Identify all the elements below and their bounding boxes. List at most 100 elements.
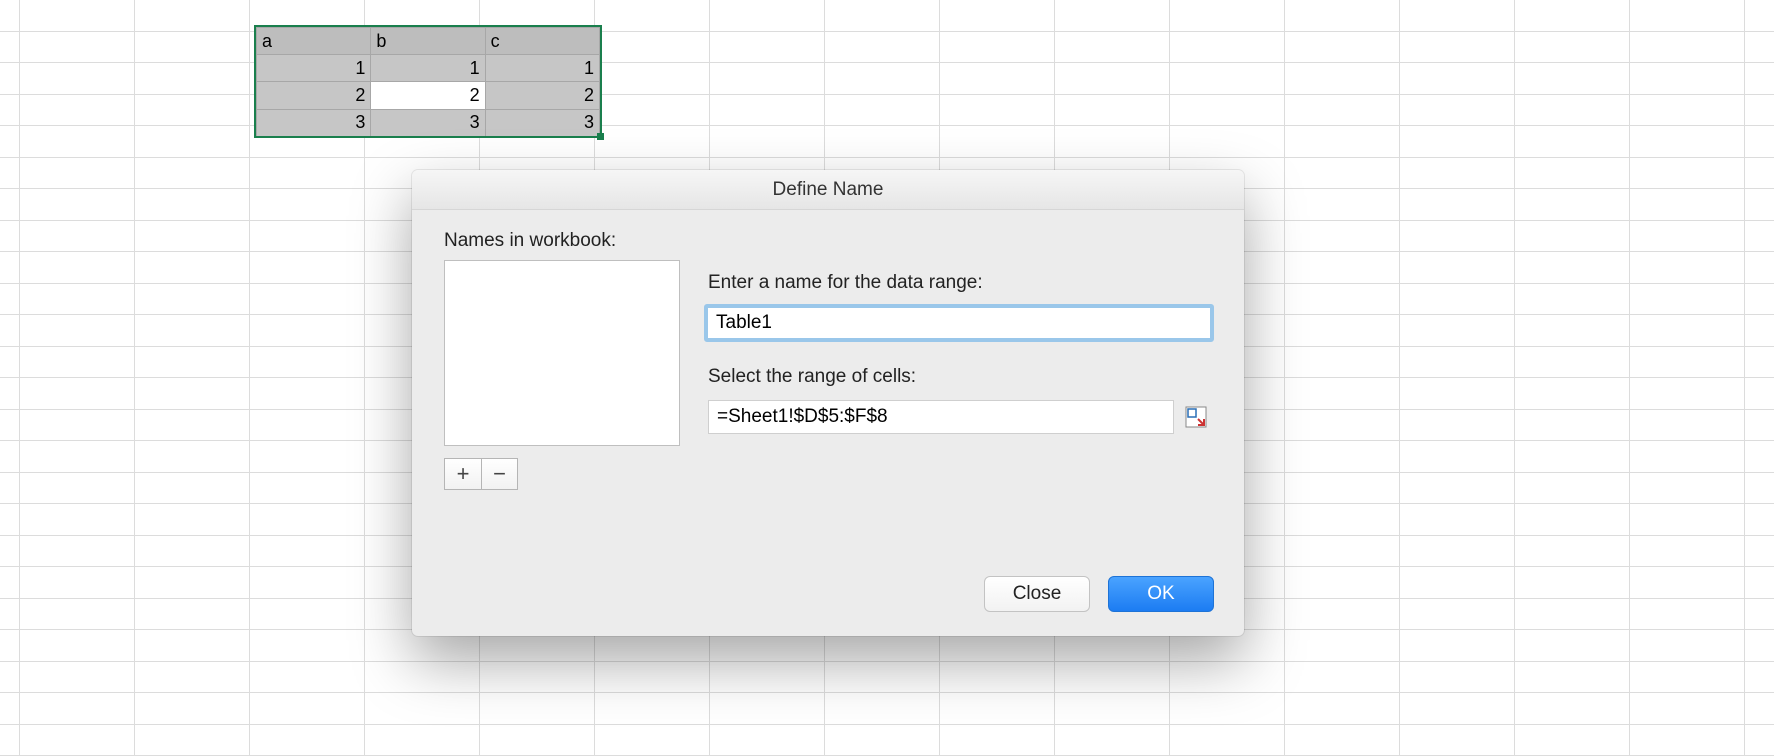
grid-cell[interactable] — [480, 662, 595, 694]
grid-cell[interactable] — [1630, 378, 1745, 410]
grid-cell[interactable] — [0, 95, 20, 127]
grid-cell[interactable] — [0, 315, 20, 347]
grid-cell[interactable] — [135, 252, 250, 284]
grid-cell[interactable] — [135, 189, 250, 221]
grid-cell[interactable] — [1285, 630, 1400, 662]
grid-cell[interactable] — [825, 32, 940, 64]
grid-cell[interactable] — [710, 693, 825, 725]
name-input[interactable] — [708, 308, 1210, 338]
grid-cell[interactable] — [940, 63, 1055, 95]
grid-cell[interactable] — [1285, 158, 1400, 190]
grid-cell[interactable] — [1630, 504, 1745, 536]
grid-cell[interactable] — [250, 662, 365, 694]
grid-cell[interactable] — [595, 32, 710, 64]
grid-cell[interactable] — [1745, 504, 1774, 536]
grid-cell[interactable] — [365, 693, 480, 725]
range-picker-button[interactable] — [1182, 403, 1210, 431]
grid-cell[interactable] — [825, 725, 940, 756]
grid-cell[interactable] — [1400, 315, 1515, 347]
grid-cell[interactable] — [250, 315, 365, 347]
grid-cell[interactable] — [135, 662, 250, 694]
grid-cell[interactable] — [1400, 410, 1515, 442]
close-button[interactable]: Close — [984, 576, 1090, 612]
grid-cell[interactable] — [1630, 599, 1745, 631]
grid-cell[interactable] — [940, 126, 1055, 158]
grid-cell[interactable] — [595, 63, 710, 95]
grid-cell[interactable] — [135, 32, 250, 64]
grid-cell[interactable] — [20, 126, 135, 158]
grid-cell[interactable] — [20, 0, 135, 32]
grid-cell[interactable] — [20, 441, 135, 473]
grid-cell[interactable] — [1745, 567, 1774, 599]
grid-cell[interactable] — [0, 0, 20, 32]
grid-cell[interactable] — [825, 693, 940, 725]
grid-cell[interactable] — [1055, 693, 1170, 725]
grid-cell[interactable] — [1400, 473, 1515, 505]
grid-cell[interactable] — [20, 95, 135, 127]
table-cell[interactable]: 1 — [485, 55, 599, 82]
grid-cell[interactable] — [1630, 63, 1745, 95]
grid-cell[interactable] — [0, 410, 20, 442]
grid-cell[interactable] — [0, 378, 20, 410]
grid-cell[interactable] — [1170, 63, 1285, 95]
grid-cell[interactable] — [1055, 126, 1170, 158]
grid-cell[interactable] — [595, 0, 710, 32]
grid-cell[interactable] — [1630, 536, 1745, 568]
grid-cell[interactable] — [0, 347, 20, 379]
ok-button[interactable]: OK — [1108, 576, 1214, 612]
grid-cell[interactable] — [20, 599, 135, 631]
grid-cell[interactable] — [1515, 315, 1630, 347]
grid-cell[interactable] — [250, 158, 365, 190]
grid-cell[interactable] — [710, 95, 825, 127]
grid-cell[interactable] — [0, 473, 20, 505]
grid-cell[interactable] — [20, 284, 135, 316]
grid-cell[interactable] — [0, 693, 20, 725]
grid-cell[interactable] — [1400, 693, 1515, 725]
grid-cell[interactable] — [1400, 378, 1515, 410]
grid-cell[interactable] — [250, 567, 365, 599]
grid-cell[interactable] — [1285, 473, 1400, 505]
grid-cell[interactable] — [1515, 662, 1630, 694]
grid-cell[interactable] — [1055, 95, 1170, 127]
grid-cell[interactable] — [250, 410, 365, 442]
grid-cell[interactable] — [1745, 32, 1774, 64]
grid-cell[interactable] — [1630, 126, 1745, 158]
grid-cell[interactable] — [1630, 441, 1745, 473]
grid-cell[interactable] — [250, 630, 365, 662]
grid-cell[interactable] — [1515, 126, 1630, 158]
grid-cell[interactable] — [135, 126, 250, 158]
grid-cell[interactable] — [250, 221, 365, 253]
grid-cell[interactable] — [1285, 410, 1400, 442]
grid-cell[interactable] — [1400, 441, 1515, 473]
grid-cell[interactable] — [1745, 126, 1774, 158]
grid-cell[interactable] — [20, 221, 135, 253]
grid-cell[interactable] — [20, 693, 135, 725]
grid-cell[interactable] — [1745, 252, 1774, 284]
grid-cell[interactable] — [1400, 662, 1515, 694]
grid-cell[interactable] — [1630, 410, 1745, 442]
grid-cell[interactable] — [135, 347, 250, 379]
grid-cell[interactable] — [825, 662, 940, 694]
grid-cell[interactable] — [1400, 0, 1515, 32]
grid-cell[interactable] — [1745, 536, 1774, 568]
grid-cell[interactable] — [1515, 536, 1630, 568]
grid-cell[interactable] — [710, 725, 825, 756]
grid-cell[interactable] — [1285, 126, 1400, 158]
grid-cell[interactable] — [135, 693, 250, 725]
grid-cell[interactable] — [1745, 693, 1774, 725]
grid-cell[interactable] — [1630, 693, 1745, 725]
table-header[interactable]: c — [485, 28, 599, 55]
grid-cell[interactable] — [480, 725, 595, 756]
table-cell[interactable]: 1 — [257, 55, 371, 82]
grid-cell[interactable] — [1055, 32, 1170, 64]
grid-cell[interactable] — [595, 693, 710, 725]
grid-cell[interactable] — [1400, 189, 1515, 221]
grid-cell[interactable] — [1515, 599, 1630, 631]
table-header[interactable]: a — [257, 28, 371, 55]
grid-cell[interactable] — [1170, 126, 1285, 158]
grid-cell[interactable] — [0, 32, 20, 64]
grid-cell[interactable] — [1400, 725, 1515, 756]
grid-cell[interactable] — [0, 189, 20, 221]
grid-cell[interactable] — [135, 63, 250, 95]
grid-cell[interactable] — [1170, 693, 1285, 725]
